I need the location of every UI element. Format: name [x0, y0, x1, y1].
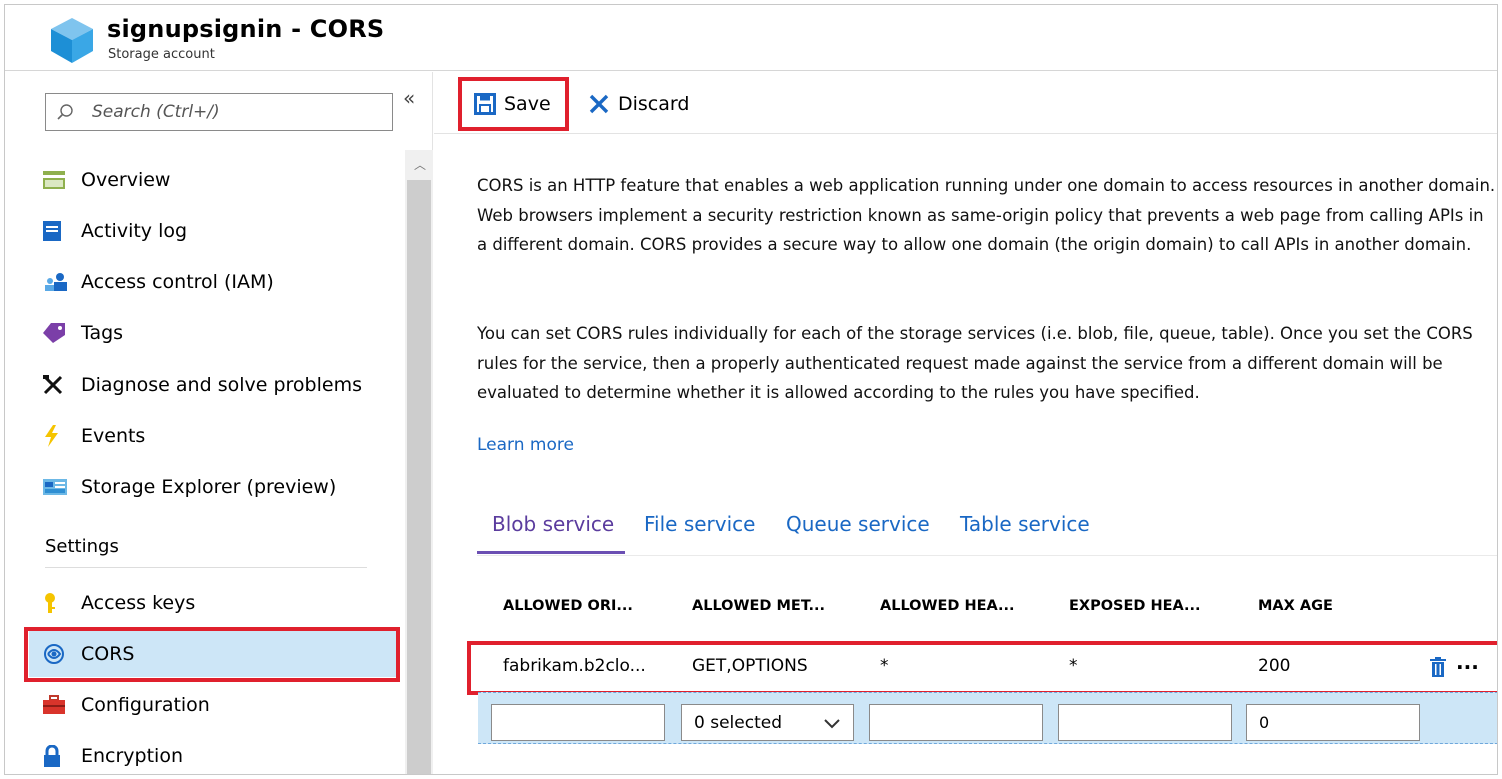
section-divider [45, 567, 367, 568]
column-header-allowed-origins: ALLOWED ORI... [503, 598, 633, 614]
key-icon [43, 592, 77, 614]
sidebar-item-configuration[interactable]: Configuration [29, 682, 399, 728]
sidebar-item-label: Overview [81, 169, 171, 191]
sidebar-scrollbar[interactable]: ︿ [405, 150, 433, 774]
sidebar-item-label: Events [81, 425, 146, 447]
search-box[interactable] [45, 93, 393, 131]
tag-icon [43, 322, 77, 344]
tab-file-service[interactable]: File service [644, 512, 755, 536]
save-button[interactable]: Save [474, 89, 551, 119]
trash-icon[interactable] [1430, 657, 1446, 677]
allowed-headers-input[interactable] [869, 704, 1043, 741]
main-content: Save Discard CORS is an HTTP feature tha… [434, 72, 1497, 774]
sidebar-item-access-keys[interactable]: Access keys [29, 580, 399, 626]
access-control-icon [43, 271, 77, 293]
cors-description: CORS is an HTTP feature that enables a w… [477, 176, 1496, 254]
more-options-button[interactable]: ··· [1456, 655, 1479, 679]
sidebar-item-label: Encryption [81, 745, 184, 767]
storage-account-icon [51, 18, 93, 63]
save-icon [474, 93, 496, 115]
save-label: Save [504, 93, 551, 115]
row-actions: ··· [1430, 655, 1479, 679]
collapse-sidebar-button[interactable]: « [403, 86, 415, 110]
discard-label: Discard [618, 93, 690, 115]
sidebar-item-label: CORS [81, 643, 135, 665]
wrench-icon [43, 374, 77, 396]
max-age-input[interactable] [1246, 704, 1420, 741]
page-subtitle: Storage account [108, 47, 215, 62]
cell-max-age: 200 [1258, 656, 1291, 676]
page-title: signupsignin - CORS [107, 15, 385, 43]
search-icon [57, 104, 73, 120]
activity-log-icon [43, 220, 77, 242]
sidebar-item-cors[interactable]: CORS [29, 631, 399, 677]
scrollbar-thumb[interactable] [407, 180, 431, 774]
discard-button[interactable]: Discard [588, 89, 689, 119]
allowed-methods-dropdown[interactable]: 0 selected [681, 704, 854, 741]
scroll-up-arrow-icon[interactable]: ︿ [414, 156, 426, 173]
sidebar-item-overview[interactable]: Overview [29, 157, 399, 203]
storage-explorer-icon [43, 476, 77, 498]
close-icon [589, 94, 609, 114]
sidebar-item-label: Access control (IAM) [81, 271, 274, 293]
toolbox-icon [43, 694, 77, 716]
tab-table-service[interactable]: Table service [960, 512, 1090, 536]
search-input[interactable] [92, 100, 382, 124]
learn-more-link[interactable]: Learn more [477, 435, 574, 455]
cors-icon [43, 643, 77, 665]
new-rule-row: 0 selected [478, 692, 1497, 744]
sidebar-item-label: Diagnose and solve problems [81, 374, 362, 396]
column-header-exposed-headers: EXPOSED HEA... [1069, 598, 1201, 614]
allowed-origins-input[interactable] [491, 704, 665, 741]
sidebar-item-label: Activity log [81, 220, 188, 242]
overview-icon [43, 169, 77, 191]
sidebar-item-events[interactable]: Events [29, 413, 399, 459]
cors-rules-description: You can set CORS rules individually for … [477, 324, 1473, 402]
tab-queue-service[interactable]: Queue service [786, 512, 930, 536]
sidebar-item-storage-explorer[interactable]: Storage Explorer (preview) [29, 464, 399, 510]
sidebar-item-activity-log[interactable]: Activity log [29, 208, 399, 254]
active-tab-indicator [477, 551, 625, 554]
blade-header: signupsignin - CORS Storage account [5, 5, 1497, 71]
settings-section-title: Settings [45, 536, 119, 557]
cell-allowed-origins: fabrikam.b2clo... [503, 656, 646, 676]
sidebar-item-label: Configuration [81, 694, 210, 716]
sidebar: « ︿ Overview Activity log Access control… [5, 72, 433, 774]
column-header-allowed-methods: ALLOWED MET... [692, 598, 826, 614]
sidebar-item-diagnose[interactable]: Diagnose and solve problems [29, 362, 399, 408]
sidebar-item-label: Tags [81, 322, 124, 344]
cell-exposed-headers: * [1069, 656, 1078, 676]
cell-allowed-headers: * [880, 656, 889, 676]
column-header-max-age: MAX AGE [1258, 598, 1333, 614]
app-window: signupsignin - CORS Storage account « ︿ … [4, 4, 1498, 775]
lightning-icon [43, 425, 77, 447]
tab-divider [477, 555, 1497, 556]
chevron-down-icon [824, 719, 840, 729]
sidebar-item-encryption[interactable]: Encryption [29, 733, 399, 774]
lock-icon [43, 745, 77, 767]
column-header-allowed-headers: ALLOWED HEA... [880, 598, 1015, 614]
dropdown-value: 0 selected [694, 712, 782, 733]
sidebar-item-label: Storage Explorer (preview) [81, 476, 337, 498]
cell-allowed-methods: GET,OPTIONS [692, 656, 808, 676]
tab-blob-service[interactable]: Blob service [492, 512, 614, 536]
exposed-headers-input[interactable] [1058, 704, 1232, 741]
sidebar-item-label: Access keys [81, 592, 196, 614]
sidebar-item-access-control[interactable]: Access control (IAM) [29, 259, 399, 305]
sidebar-item-tags[interactable]: Tags [29, 310, 399, 356]
command-bar: Save Discard [434, 72, 1497, 134]
